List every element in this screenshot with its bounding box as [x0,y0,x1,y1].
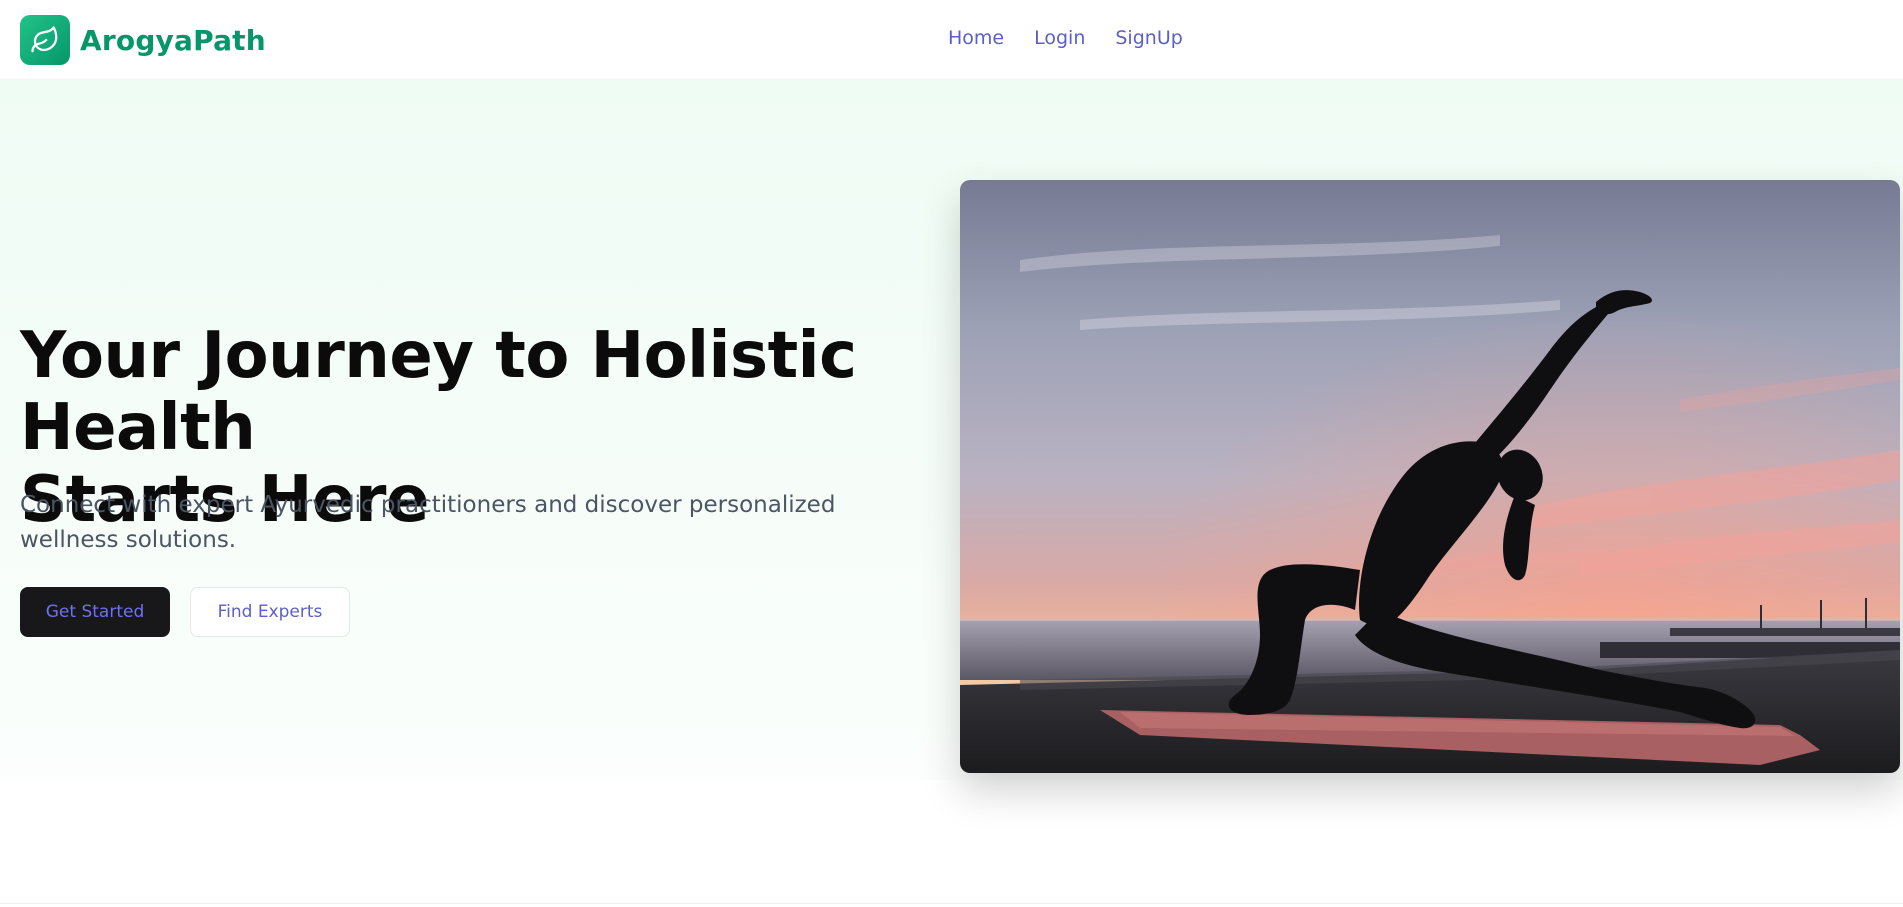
leaf-icon [20,15,70,65]
get-started-button[interactable]: Get Started [20,587,170,637]
nav-links: Home Login SignUp [948,27,1183,49]
nav-login-link[interactable]: Login [1034,27,1085,49]
navbar: ArogyaPath Home Login SignUp [0,0,1903,80]
yoga-sunset-image [960,180,1900,773]
nav-home-link[interactable]: Home [948,27,1004,49]
hero-headline-line1: Your Journey to Holistic Health [20,319,857,465]
brand-name: ArogyaPath [80,23,266,57]
brand-link[interactable]: ArogyaPath [20,15,266,65]
hero-section: Your Journey to Holistic Health Starts H… [0,80,1903,780]
hero-image [960,180,1900,773]
find-experts-button[interactable]: Find Experts [190,587,350,637]
nav-signup-link[interactable]: SignUp [1115,27,1182,49]
page-divider [0,903,1903,904]
hero-subtitle: Connect with expert Ayurvedic practition… [20,492,836,553]
